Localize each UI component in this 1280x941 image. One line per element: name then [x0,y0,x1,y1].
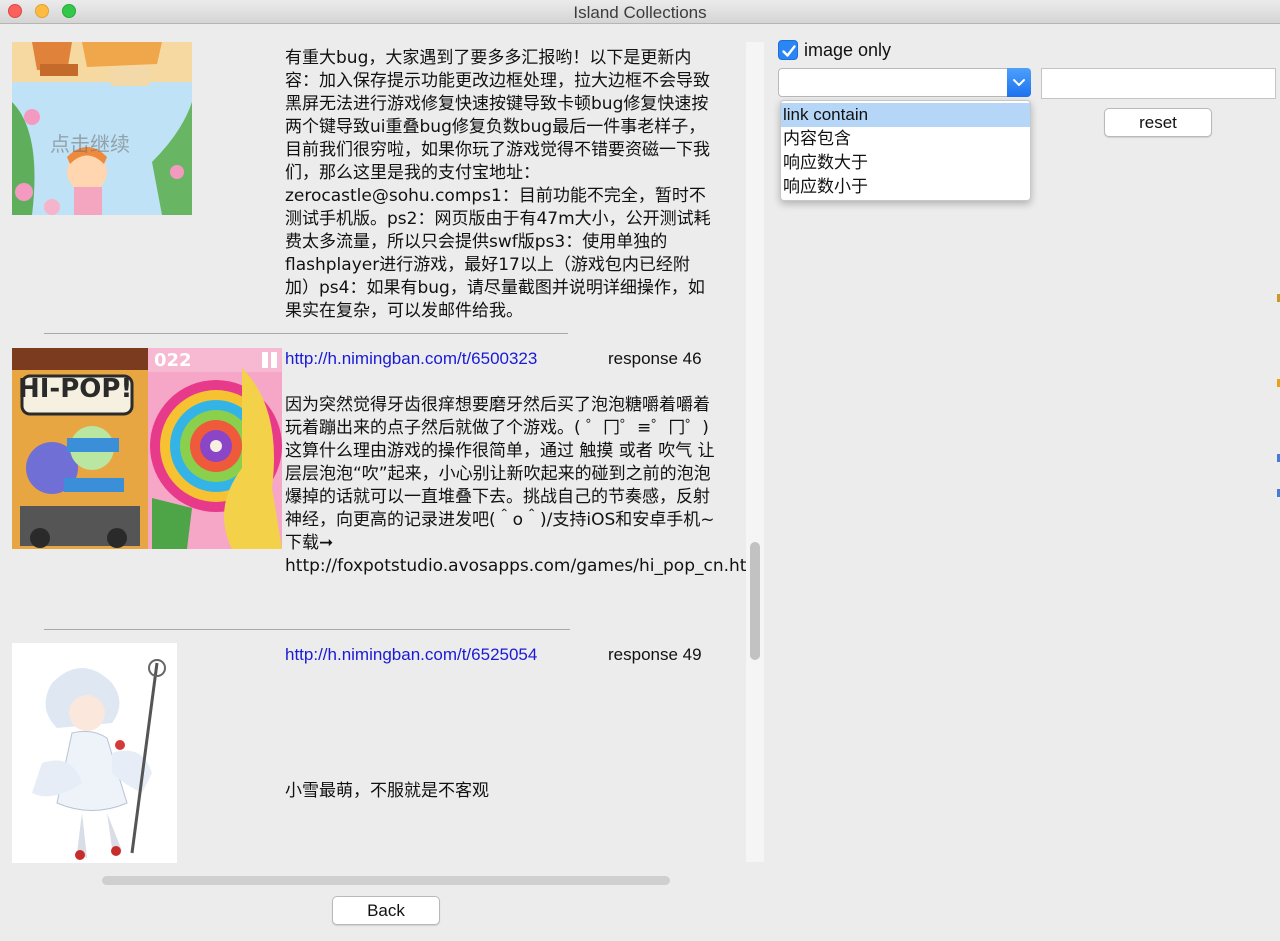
chevron-down-icon [1013,79,1025,86]
image-only-checkbox[interactable] [778,40,798,60]
thumbnail-caption: 点击继续 [50,132,130,156]
filter-type-combobox[interactable] [778,68,1031,97]
horizontal-scrollbar[interactable] [102,876,670,885]
reset-button[interactable]: reset [1104,108,1212,137]
post-link[interactable]: http://h.nimingban.com/t/6500323 [285,349,537,369]
post-item: http://h.nimingban.com/t/6525054 respons… [0,643,740,864]
post-thumbnail[interactable]: 点击继续 [12,42,192,215]
post-text: 因为突然觉得牙齿很痒想要磨牙然后买了泡泡糖嚼着嚼着玩着蹦出来的点子然后就做了个游… [285,395,764,576]
post-text-body: 有重大bug，大家遇到了要多多汇报哟！以下是更新内容：加入保存提示功能更改边框处… [285,48,711,321]
filter-type-dropdown: link contain 内容包含 响应数大于 响应数小于 [780,100,1031,201]
dropdown-option-content-contains[interactable]: 内容包含 [781,127,1030,151]
post-item: HI-POP! 022 http://h.nimingban.com/t/650… [0,348,764,630]
post-thumbnail[interactable] [12,643,177,863]
response-count: response 46 [608,349,702,368]
vertical-scroll-thumb[interactable] [750,542,760,660]
window-title: Island Collections [573,3,707,22]
checkmark-icon [782,45,796,57]
posts-list[interactable]: 点击继续 有重大bug，大家遇到了要多多汇报哟！以下是更新内容：加入保存提示功能… [0,24,764,864]
dropdown-option-responses-less[interactable]: 响应数小于 [781,175,1030,199]
title-bar[interactable]: Island Collections [0,0,1280,24]
thumbnail-score: 022 [154,350,192,371]
app-window: Island Collections 点击继续 有重大bug，大家遇到了要多多汇… [0,0,1280,941]
dropdown-option-link-contain[interactable]: link contain [781,103,1030,127]
post-link[interactable]: http://h.nimingban.com/t/6525054 [285,645,537,665]
response-count: response 49 [608,645,702,664]
post-text: 有重大bug，大家遇到了要多多汇报哟！以下是更新内容：加入保存提示功能更改边框处… [285,24,715,323]
post-thumbnail[interactable]: HI-POP! 022 [12,348,282,549]
vertical-scroll-track[interactable] [746,42,764,862]
back-button[interactable]: Back [332,896,440,925]
filter-value-input[interactable] [1041,68,1276,99]
dropdown-option-responses-greater[interactable]: 响应数大于 [781,151,1030,175]
combo-dropdown-button[interactable] [1007,68,1031,97]
filter-panel: image only reset link contain 内容包含 响应数大于… [764,24,1280,941]
post-separator [44,629,570,630]
content-area: 点击继续 有重大bug，大家遇到了要多多汇报哟！以下是更新内容：加入保存提示功能… [0,24,1280,941]
post-separator [44,333,568,334]
post-text: 小雪最萌，不服就是不客观 [285,781,489,801]
thumbnail-caption: HI-POP! [18,374,133,404]
post-item: 点击继续 有重大bug，大家遇到了要多多汇报哟！以下是更新内容：加入保存提示功能… [0,24,740,334]
image-only-label: image only [804,40,892,60]
